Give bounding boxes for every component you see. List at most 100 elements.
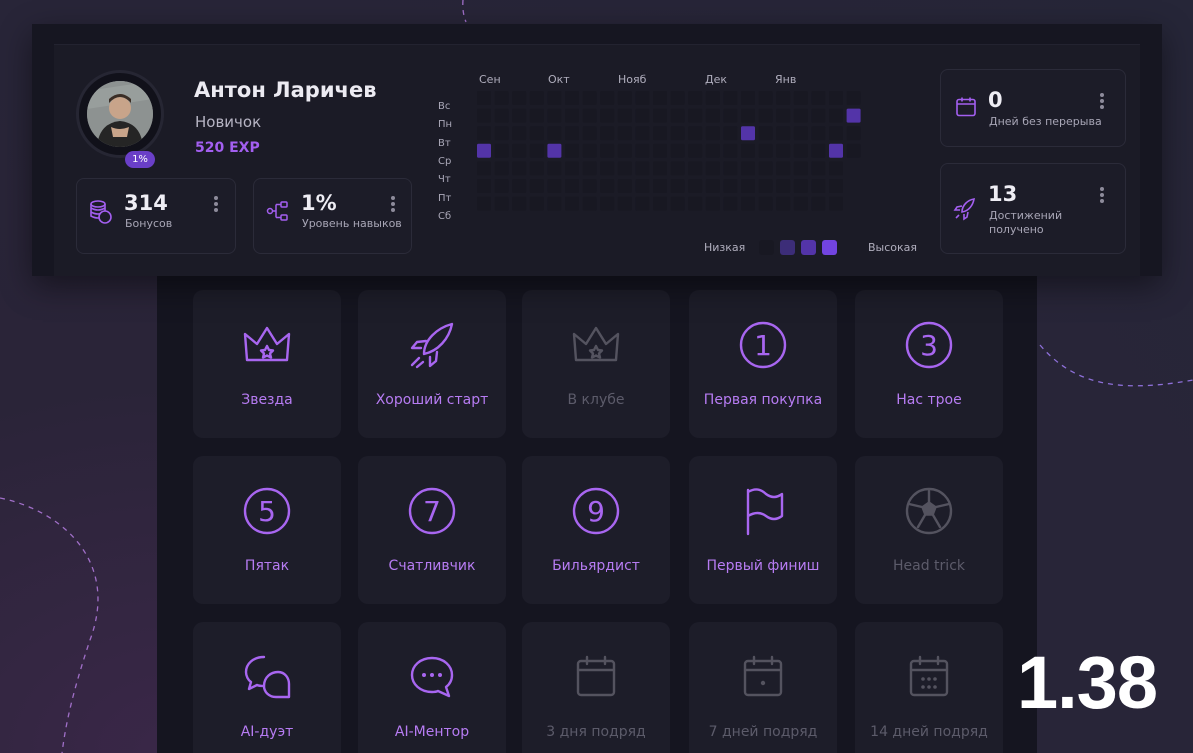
heatmap-cell[interactable]: [688, 179, 703, 193]
heatmap-cell[interactable]: [600, 91, 615, 105]
heatmap-cell[interactable]: [494, 143, 509, 158]
heatmap-cell[interactable]: [653, 143, 667, 158]
heatmap-cell[interactable]: [829, 179, 843, 193]
heatmap-cell[interactable]: [512, 91, 527, 105]
heatmap-cell[interactable]: [565, 196, 579, 211]
heatmap-cell[interactable]: [477, 179, 491, 193]
heatmap-cell[interactable]: [547, 179, 562, 193]
heatmap-cell[interactable]: [811, 179, 826, 193]
heatmap-cell[interactable]: [811, 126, 826, 141]
heatmap-cell[interactable]: [793, 143, 808, 158]
heatmap-cell[interactable]: [793, 179, 808, 193]
heatmap-cell[interactable]: [529, 108, 544, 123]
heatmap-cell[interactable]: [846, 91, 861, 105]
heatmap-cell[interactable]: [582, 143, 597, 158]
heatmap-cell[interactable]: [547, 161, 562, 176]
heatmap-cell[interactable]: [477, 126, 491, 141]
heatmap-cell[interactable]: [776, 161, 791, 176]
heatmap-cell[interactable]: [600, 179, 615, 193]
heatmap-cell[interactable]: [512, 196, 527, 211]
heatmap-cell[interactable]: [758, 179, 773, 193]
heatmap-cell[interactable]: [670, 143, 685, 158]
achievement-card[interactable]: 7 Счатливчик: [358, 456, 506, 604]
heatmap-cell[interactable]: [617, 196, 632, 211]
heatmap-cell[interactable]: [723, 108, 738, 123]
heatmap-cell[interactable]: [494, 126, 509, 141]
heatmap-cell[interactable]: [653, 91, 667, 105]
heatmap-cell[interactable]: [512, 143, 527, 158]
heatmap-cell[interactable]: [829, 91, 843, 105]
heatmap-cell[interactable]: [705, 161, 720, 176]
heatmap-cell[interactable]: [617, 108, 632, 123]
heatmap-cell[interactable]: [741, 196, 755, 211]
heatmap-cell[interactable]: [600, 196, 615, 211]
skill-card[interactable]: 1% Уровень навыков: [253, 178, 412, 254]
heatmap-cell[interactable]: [688, 108, 703, 123]
heatmap-cell[interactable]: [829, 161, 843, 176]
heatmap-cell[interactable]: [617, 179, 632, 193]
more-icon[interactable]: [1100, 93, 1104, 109]
heatmap-cell[interactable]: [846, 126, 861, 141]
achievement-card[interactable]: Звезда: [193, 290, 341, 438]
heatmap-cell[interactable]: [512, 161, 527, 176]
heatmap-cell[interactable]: [758, 143, 773, 158]
heatmap-cell[interactable]: [617, 143, 632, 158]
more-icon[interactable]: [391, 196, 395, 212]
heatmap-cell[interactable]: [758, 108, 773, 123]
more-icon[interactable]: [1100, 187, 1104, 203]
heatmap-cell[interactable]: [776, 126, 791, 141]
heatmap-cell[interactable]: [529, 196, 544, 211]
heatmap-cell[interactable]: [758, 161, 773, 176]
more-icon[interactable]: [214, 196, 218, 212]
heatmap-cell[interactable]: [670, 161, 685, 176]
heatmap-cell[interactable]: [477, 161, 491, 176]
heatmap-cell[interactable]: [653, 126, 667, 141]
heatmap-cell[interactable]: [670, 108, 685, 123]
heatmap-cell[interactable]: [512, 126, 527, 141]
heatmap-cell[interactable]: [494, 91, 509, 105]
heatmap-cell[interactable]: [670, 179, 685, 193]
heatmap-cell[interactable]: [793, 108, 808, 123]
heatmap-cell[interactable]: [653, 196, 667, 211]
heatmap-cell[interactable]: [723, 179, 738, 193]
achievement-card[interactable]: 3 дня подряд: [522, 622, 670, 753]
heatmap-cell[interactable]: [741, 108, 755, 123]
heatmap-cell-active[interactable]: [547, 143, 562, 158]
heatmap-cell[interactable]: [705, 108, 720, 123]
heatmap-cell[interactable]: [688, 126, 703, 141]
heatmap-cell[interactable]: [776, 91, 791, 105]
heatmap-cell[interactable]: [776, 143, 791, 158]
heatmap-cell[interactable]: [723, 126, 738, 141]
heatmap-cell[interactable]: [758, 91, 773, 105]
heatmap-cell[interactable]: [793, 91, 808, 105]
heatmap-cell[interactable]: [653, 161, 667, 176]
heatmap-cell[interactable]: [600, 108, 615, 123]
heatmap-cell[interactable]: [741, 161, 755, 176]
heatmap-cell[interactable]: [529, 179, 544, 193]
heatmap-cell[interactable]: [494, 161, 509, 176]
heatmap-cell[interactable]: [670, 126, 685, 141]
heatmap-cell[interactable]: [600, 161, 615, 176]
heatmap-cell[interactable]: [565, 143, 579, 158]
heatmap-cell[interactable]: [793, 126, 808, 141]
heatmap-cell[interactable]: [635, 161, 650, 176]
achievement-card[interactable]: 14 дней подряд: [855, 622, 1003, 753]
achievements-count-card[interactable]: 13 Достижений получено: [940, 163, 1126, 254]
heatmap-cell[interactable]: [617, 91, 632, 105]
heatmap-cell-active[interactable]: [477, 143, 491, 158]
heatmap-cell[interactable]: [670, 196, 685, 211]
heatmap-cell[interactable]: [547, 91, 562, 105]
heatmap-cell[interactable]: [846, 143, 861, 158]
heatmap-cell[interactable]: [776, 108, 791, 123]
heatmap-cell[interactable]: [547, 108, 562, 123]
heatmap-cell[interactable]: [829, 196, 843, 211]
heatmap-cell[interactable]: [811, 196, 826, 211]
heatmap-cell[interactable]: [688, 143, 703, 158]
heatmap-cell[interactable]: [617, 126, 632, 141]
heatmap-cell[interactable]: [723, 143, 738, 158]
heatmap-cell[interactable]: [635, 143, 650, 158]
heatmap-cell[interactable]: [811, 91, 826, 105]
heatmap-cell[interactable]: [582, 161, 597, 176]
heatmap-cell[interactable]: [635, 108, 650, 123]
heatmap-cell[interactable]: [565, 91, 579, 105]
